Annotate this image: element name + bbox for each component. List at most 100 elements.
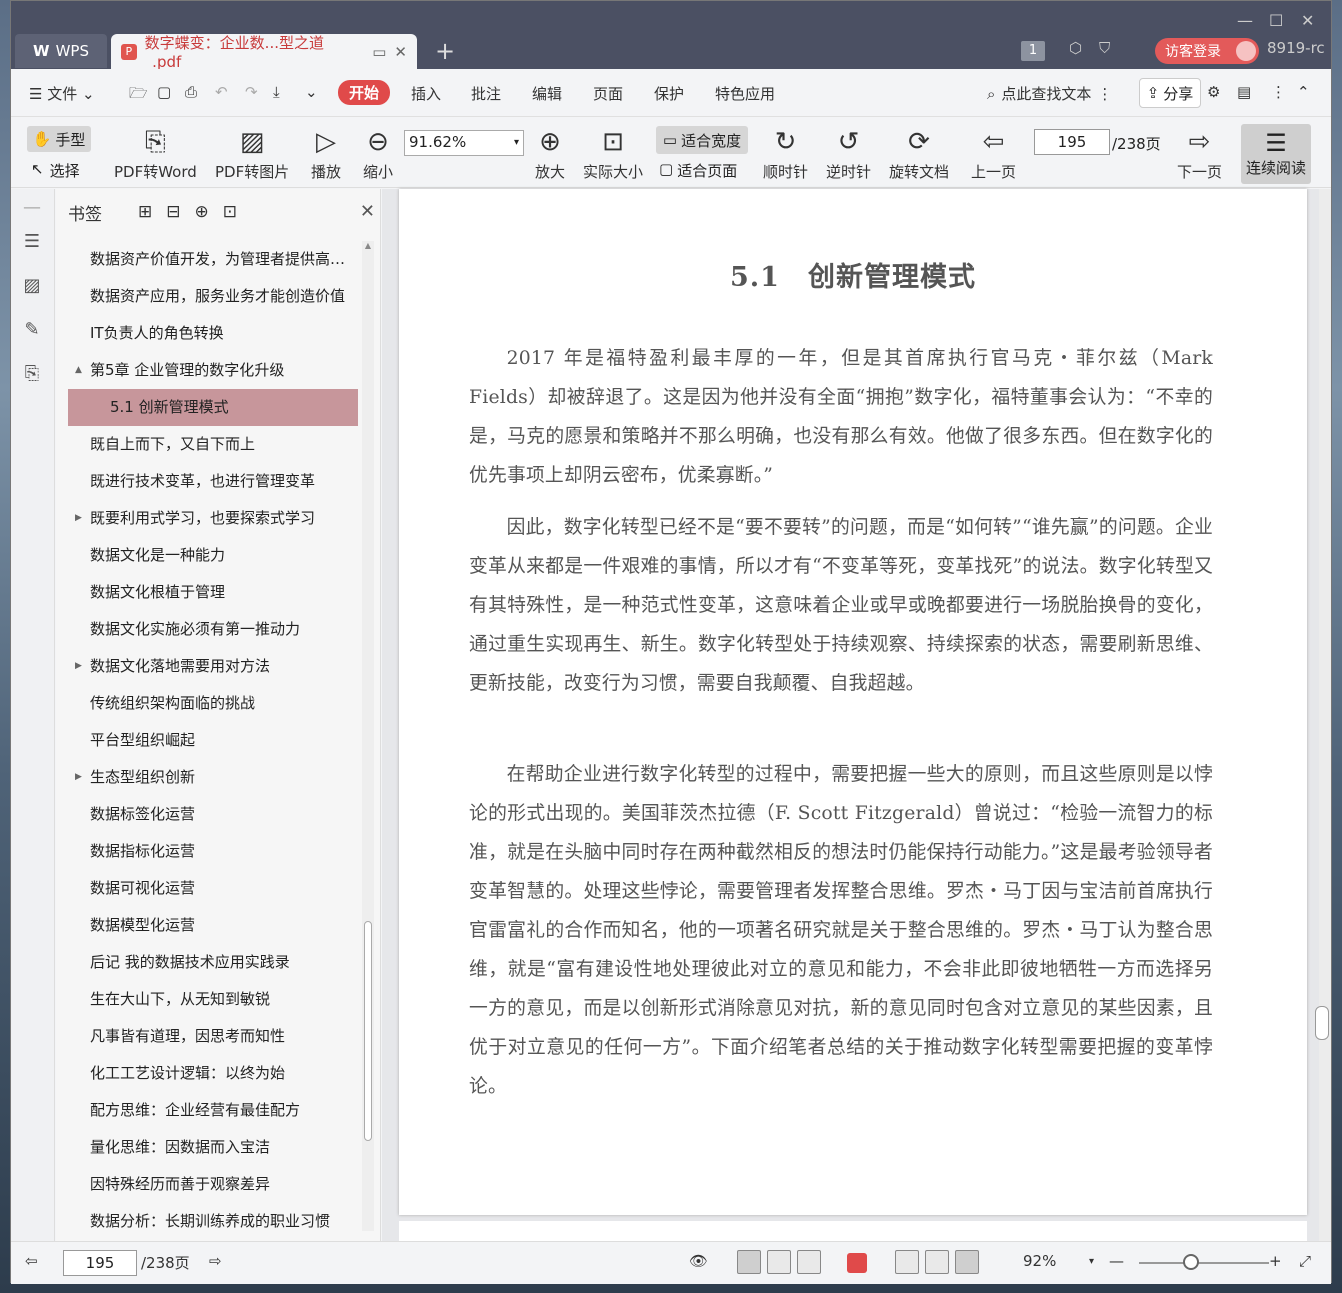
continuous-view-icon[interactable]	[737, 1250, 761, 1274]
bookmark-scrollbar[interactable]: ▲	[362, 241, 374, 1231]
close-window-icon[interactable]: ✕	[1301, 11, 1314, 30]
bookmark-item[interactable]: 数据模型化运营	[68, 907, 358, 944]
bookmark-item[interactable]: 数据可视化运营	[68, 870, 358, 907]
bookmark-icon[interactable]: ⊡	[223, 202, 237, 222]
open-icon[interactable]: 🗁	[129, 83, 148, 108]
double-page-view-icon[interactable]	[797, 1250, 821, 1274]
drag-handle-icon[interactable]: —	[21, 197, 43, 219]
zoom-out-button[interactable]: ⊖ 缩小	[363, 118, 393, 188]
bookmark-item[interactable]: 5.1 创新管理模式	[68, 389, 358, 426]
bookmark-item[interactable]: 数据文化实施必须有第一推动力	[68, 611, 358, 648]
bookmark-item[interactable]: 既进行技术变革，也进行管理变革	[68, 463, 358, 500]
gear-icon[interactable]: ⚙	[1207, 83, 1220, 101]
play-button[interactable]: ▷ 播放	[311, 118, 341, 188]
document-viewer[interactable]: 5.1 创新管理模式 2017 年是福特盈利最丰厚的一年，但是其首席执行官马克・…	[382, 189, 1331, 1251]
status-play-icon[interactable]	[847, 1253, 867, 1273]
collapse-ribbon-icon[interactable]: ⌃	[1297, 83, 1310, 101]
rotate-clockwise-button[interactable]: ↻ 顺时针	[763, 118, 808, 188]
status-fit-width-icon[interactable]	[955, 1250, 979, 1274]
status-actual-size-icon[interactable]	[895, 1250, 919, 1274]
bookmark-item[interactable]: 后记 我的数据技术应用实践录	[68, 944, 358, 981]
window-count-badge[interactable]: 1	[1021, 41, 1045, 61]
single-page-view-icon[interactable]	[767, 1250, 791, 1274]
menu-special[interactable]: 特色应用	[715, 83, 775, 104]
bookmark-list-icon[interactable]: ☰	[21, 231, 43, 253]
annotation-icon[interactable]: ✎	[21, 319, 43, 341]
prev-page-button[interactable]: ⇦ 上一页	[971, 118, 1016, 188]
menu-start[interactable]: 开始	[338, 80, 391, 105]
close-panel-icon[interactable]: ✕	[360, 201, 375, 222]
zoom-dropdown-icon[interactable]: ▾	[1089, 1256, 1094, 1267]
rotate-counterclockwise-button[interactable]: ↺ 逆时针	[826, 118, 871, 188]
status-zoom-value[interactable]: 92%	[1023, 1252, 1056, 1270]
search-box[interactable]: ⌕ 点此查找文本 ⋮	[987, 83, 1112, 104]
fit-page-button[interactable]: ▢ 适合页面	[659, 160, 737, 181]
document-scroll-thumb[interactable]	[1315, 1006, 1329, 1040]
more-vert-icon[interactable]: ⋮	[1097, 85, 1112, 103]
attachment-icon[interactable]: ⎘	[21, 363, 43, 385]
bookmark-item[interactable]: 化工工艺设计逻辑：以终为始	[68, 1055, 358, 1092]
next-page-button[interactable]: ⇨ 下一页	[1177, 118, 1222, 188]
zoom-select[interactable]: 91.62% ▾	[404, 130, 524, 156]
expand-toggle-icon[interactable]: ▶	[75, 648, 82, 685]
skin-icon[interactable]: ⬡	[1069, 39, 1082, 57]
eye-protection-icon[interactable]: 👁	[689, 1252, 708, 1270]
document-scrollbar[interactable]	[1319, 189, 1331, 1241]
menu-annotate[interactable]: 批注	[471, 83, 501, 104]
status-page-input[interactable]: 195	[63, 1250, 137, 1276]
pdf-to-image-button[interactable]: ▨ PDF转图片	[215, 118, 289, 188]
hand-tool-button[interactable]: ✋ 手型	[27, 126, 91, 152]
comment-icon[interactable]: ▤	[1237, 83, 1251, 101]
bookmark-item[interactable]: ▶ 既要利用式学习，也要探索式学习	[68, 500, 358, 537]
bookmark-item[interactable]: 既自上而下，又自下而上	[68, 426, 358, 463]
export-icon[interactable]: ⤓	[273, 83, 280, 101]
bookmark-item[interactable]: 数据文化是一种能力	[68, 537, 358, 574]
print-icon[interactable]: ⎙	[185, 83, 197, 101]
rotate-document-button[interactable]: ⟳ 旋转文档	[889, 118, 949, 188]
bookmark-item[interactable]: 凡事皆有道理，因思考而知性	[68, 1018, 358, 1055]
bookmark-item[interactable]: 生在大山下，从无知到敏锐	[68, 981, 358, 1018]
bookmark-item[interactable]: 配方思维：企业经营有最佳配方	[68, 1092, 358, 1129]
close-tab-icon[interactable]: ✕	[394, 43, 407, 61]
select-tool-button[interactable]: ↖ 选择	[31, 160, 80, 181]
bookmark-item[interactable]: 数据资产价值开发，为管理者提供高效...	[68, 241, 358, 278]
bookmark-item[interactable]: 平台型组织崛起	[68, 722, 358, 759]
status-next-page-icon[interactable]: ⇨	[209, 1252, 222, 1270]
redo-icon[interactable]: ↷	[245, 83, 258, 101]
menu-page[interactable]: 页面	[593, 83, 623, 104]
bookmark-item[interactable]: 因特殊经历而善于观察差异	[68, 1166, 358, 1203]
collapse-all-icon[interactable]: ⊟	[166, 202, 180, 222]
actual-size-button[interactable]: ⊡ 实际大小	[583, 118, 643, 188]
bookmark-scroll-thumb[interactable]	[364, 921, 372, 1141]
zoom-in-button[interactable]: ⊕ 放大	[535, 118, 565, 188]
fullscreen-icon[interactable]: ⤢	[1299, 1252, 1311, 1270]
save-icon[interactable]: ▢	[157, 83, 171, 101]
maximize-icon[interactable]: ☐	[1269, 11, 1283, 30]
page-number-input[interactable]: 195	[1034, 129, 1110, 155]
expand-toggle-icon[interactable]: ▶	[75, 759, 82, 796]
undo-icon[interactable]: ↶	[215, 83, 228, 101]
bookmark-item[interactable]: 传统组织架构面临的挑战	[68, 685, 358, 722]
bookmark-item[interactable]: 数据资产应用，服务业务才能创造价值	[68, 278, 358, 315]
status-prev-page-icon[interactable]: ⇦	[25, 1252, 38, 1270]
login-button[interactable]: 访客登录	[1155, 38, 1259, 64]
document-tab[interactable]: P 数字蝶变：企业数...型之道_.pdf ▭ ✕	[111, 34, 417, 71]
add-bookmark-icon[interactable]: ⊕	[195, 202, 209, 222]
shirt-icon[interactable]: ⛉	[1099, 39, 1110, 57]
bookmark-item[interactable]: 数据文化根植于管理	[68, 574, 358, 611]
share-button[interactable]: ⇪ 分享	[1139, 78, 1201, 108]
fit-width-button[interactable]: ▭ 适合宽度	[656, 126, 748, 154]
bookmark-item[interactable]: ▶ 数据文化落地需要用对方法	[68, 648, 358, 685]
minimize-icon[interactable]: —	[1237, 11, 1253, 30]
new-tab-icon[interactable]: +	[435, 37, 455, 65]
expand-toggle-icon[interactable]: ▲	[75, 352, 82, 389]
zoom-slider-knob[interactable]	[1183, 1254, 1199, 1270]
file-menu[interactable]: ☰ 文件 ⌄	[29, 83, 95, 104]
zoom-plus-icon[interactable]: +	[1269, 1252, 1282, 1270]
menu-protect[interactable]: 保护	[654, 83, 684, 104]
continuous-read-button[interactable]: ☰ 连续阅读	[1241, 124, 1311, 184]
status-fit-page-icon[interactable]	[925, 1250, 949, 1274]
pdf-to-word-button[interactable]: ⎘ PDF转Word	[114, 118, 197, 188]
bookmark-item[interactable]: ▶ 生态型组织创新	[68, 759, 358, 796]
bookmark-item[interactable]: IT负责人的角色转换	[68, 315, 358, 352]
